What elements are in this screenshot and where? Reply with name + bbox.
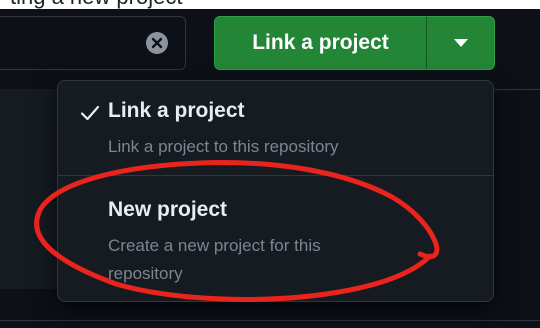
background-panel bbox=[0, 89, 59, 289]
menu-item-description: Create a new project for this repository bbox=[108, 236, 321, 283]
dropdown-toggle-button[interactable] bbox=[427, 17, 494, 69]
dropdown-menu: Link a project Link a project to this re… bbox=[57, 80, 494, 302]
menu-item-new-project[interactable]: New project Create a new project for thi… bbox=[58, 175, 493, 301]
link-project-split-button: Link a project bbox=[214, 16, 495, 70]
triangle-down-icon bbox=[454, 39, 468, 47]
top-strip-text: ting a new project bbox=[10, 0, 182, 8]
menu-item-description: Link a project to this repository bbox=[108, 137, 339, 156]
menu-item-title: Link a project bbox=[108, 99, 245, 122]
link-project-button[interactable]: Link a project bbox=[215, 17, 426, 69]
divider bbox=[0, 320, 540, 321]
top-strip: ting a new project bbox=[0, 0, 540, 9]
check-icon bbox=[80, 105, 100, 121]
clear-icon[interactable] bbox=[146, 32, 168, 54]
menu-item-title: New project bbox=[108, 198, 228, 221]
menu-item-link-project[interactable]: Link a project Link a project to this re… bbox=[58, 81, 493, 175]
